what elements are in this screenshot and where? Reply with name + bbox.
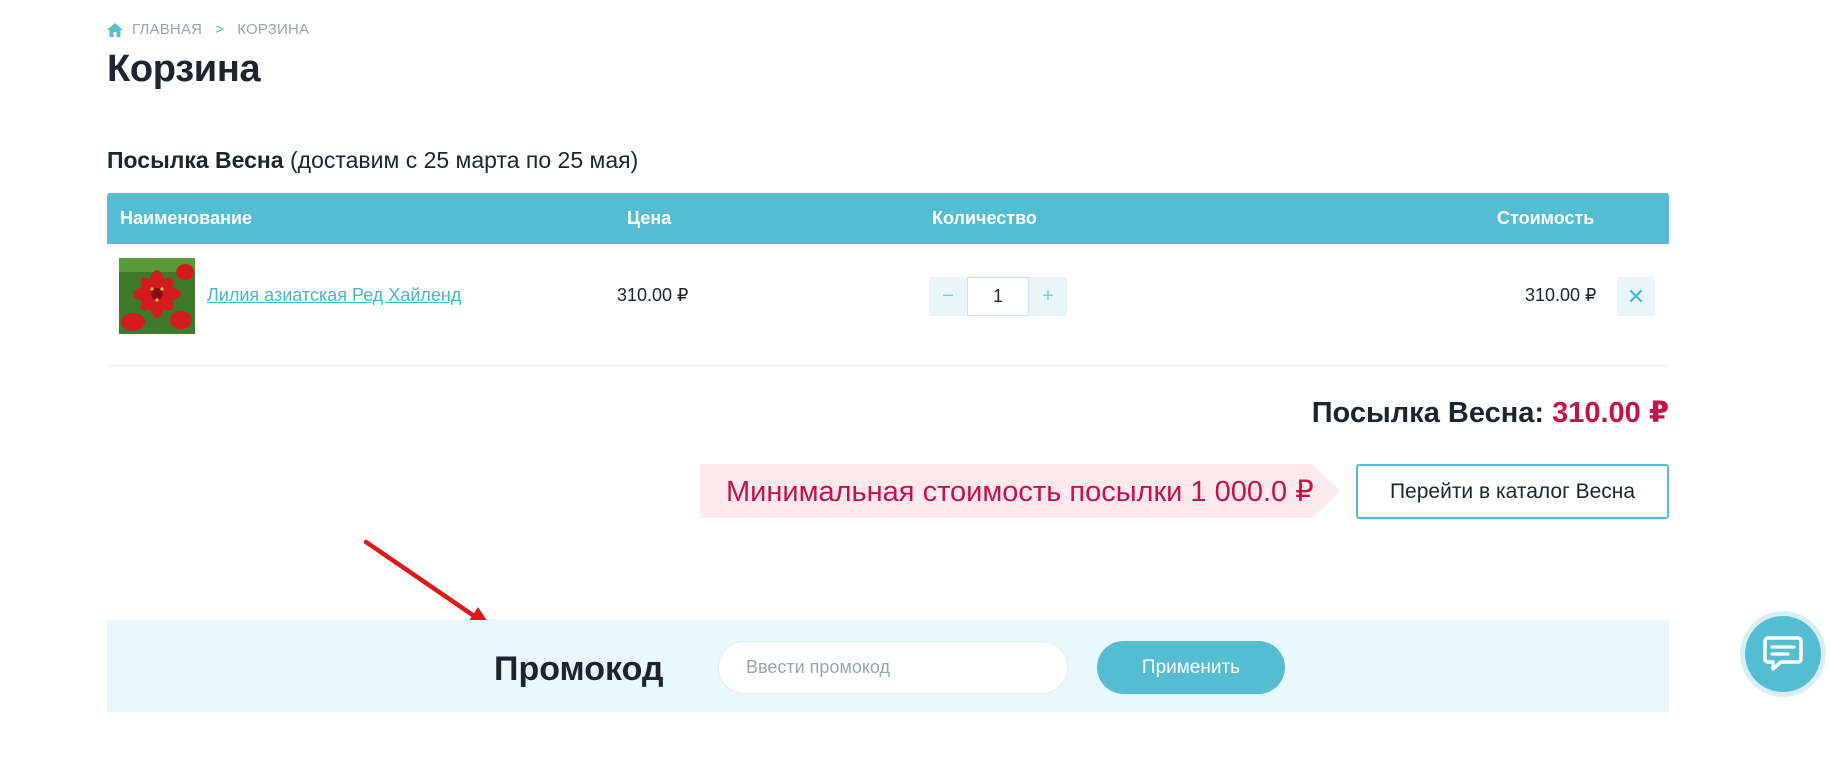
product-image[interactable] xyxy=(119,258,195,334)
parcel-total-amount: 310.00 ₽ xyxy=(1552,397,1669,429)
home-icon[interactable] xyxy=(107,22,123,37)
apply-promo-button[interactable]: Применить xyxy=(1097,641,1285,694)
product-link[interactable]: Лилия азиатская Ред Хайленд xyxy=(207,285,461,306)
quantity-stepper: − + xyxy=(929,277,1067,316)
minimum-cost-text: Минимальная стоимость посылки 1 000.0 ₽ xyxy=(726,475,1314,508)
decrease-quantity-button[interactable]: − xyxy=(929,277,967,316)
parcel-total-label: Посылка Весна: xyxy=(1311,397,1544,429)
parcel-delivery-dates: (доставим с 25 марта по 25 мая) xyxy=(289,147,639,173)
increase-quantity-button[interactable]: + xyxy=(1029,277,1067,316)
quantity-input[interactable] xyxy=(967,277,1029,316)
header-quantity: Количество xyxy=(932,208,1037,228)
cart-table-header: Наименование Цена Количество Стоимость xyxy=(107,193,1669,244)
remove-item-button[interactable]: ✕ xyxy=(1617,277,1655,316)
go-to-catalog-button[interactable]: Перейти в каталог Весна xyxy=(1356,464,1669,519)
page-title: Корзина xyxy=(107,48,261,90)
line-total: 310.00 ₽ xyxy=(1525,285,1597,305)
minimum-cost-notice: Минимальная стоимость посылки 1 000.0 ₽ xyxy=(700,464,1340,518)
breadcrumb-home-link[interactable]: ГЛАВНАЯ xyxy=(132,21,202,38)
promo-title: Промокод xyxy=(494,650,664,688)
promo-code-input[interactable] xyxy=(718,641,1068,694)
breadcrumb-separator: > xyxy=(215,21,225,38)
chat-icon xyxy=(1763,636,1803,671)
chat-button[interactable] xyxy=(1745,616,1821,692)
header-total: Стоимость xyxy=(1497,208,1595,228)
header-price: Цена xyxy=(627,208,672,228)
header-name: Наименование xyxy=(120,208,253,228)
cart-row: Лилия азиатская Ред Хайленд 310.00 ₽ − +… xyxy=(107,244,1669,366)
product-price: 310.00 ₽ xyxy=(617,285,689,305)
parcel-total: Посылка Весна: 310.00 ₽ xyxy=(1312,395,1669,430)
breadcrumb: ГЛАВНАЯ > КОРЗИНА xyxy=(107,21,309,38)
breadcrumb-current: КОРЗИНА xyxy=(237,21,310,38)
parcel-section-title: Посылка Весна (доставим с 25 марта по 25… xyxy=(107,147,638,174)
close-icon: ✕ xyxy=(1626,283,1646,309)
parcel-name: Посылка Весна xyxy=(107,147,284,173)
